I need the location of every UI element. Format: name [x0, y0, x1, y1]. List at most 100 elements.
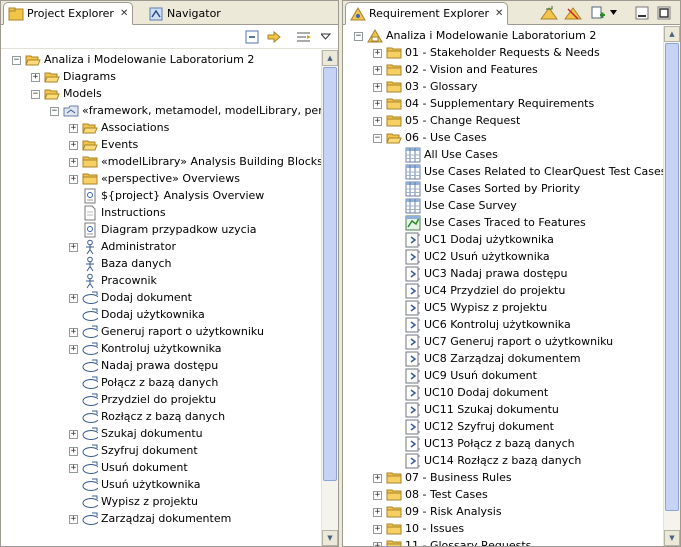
tab-requirement-explorer[interactable]: Requirement Explorer ✕	[345, 2, 509, 25]
expand-toggle-icon[interactable]: +	[69, 243, 78, 252]
expand-toggle-icon[interactable]: +	[69, 430, 78, 439]
tree-item-kontroluj-u-ytkownika[interactable]: + Kontroluj użytkownika	[1, 341, 321, 358]
scroll-thumb[interactable]	[323, 67, 337, 481]
tree-item-diagram-przypadkow-uzycia[interactable]: Diagram przypadkow uzycia	[1, 222, 321, 239]
tree-item-09-risk-analysis[interactable]: +09 - Risk Analysis	[343, 504, 663, 521]
tree-item-wypisz-z-projektu[interactable]: Wypisz z projektu	[1, 494, 321, 511]
minimize-icon[interactable]	[633, 5, 651, 21]
tree-item-05-change-request[interactable]: +05 - Change Request	[343, 113, 663, 130]
tree-item-modellibrary-analysis-building-blocks[interactable]: + «modelLibrary» Analysis Building Blocks	[1, 154, 321, 171]
expand-toggle-icon[interactable]: +	[31, 73, 40, 82]
expand-toggle-icon[interactable]: +	[373, 83, 382, 92]
tree-item-uc1-dodaj-u-ytkownika[interactable]: UC1 Dodaj użytkownika	[343, 232, 663, 249]
tree-item-administrator[interactable]: + Administrator	[1, 239, 321, 256]
tree-item-03-glossary[interactable]: +03 - Glossary	[343, 79, 663, 96]
tree-item-instructions[interactable]: Instructions	[1, 205, 321, 222]
tree-item-08-test-cases[interactable]: +08 - Test Cases	[343, 487, 663, 504]
tree-item-06-use-cases[interactable]: − 06 - Use Cases	[343, 130, 663, 147]
collapse-all-icon[interactable]	[243, 29, 261, 45]
expand-toggle-icon[interactable]: +	[373, 49, 382, 58]
tree-item-po-cz-z-baz-danych[interactable]: Połącz z bazą danych	[1, 375, 321, 392]
tree-item-uc6-kontroluj-u-ytkownika[interactable]: UC6 Kontroluj użytkownika	[343, 317, 663, 334]
close-icon[interactable]: ✕	[495, 8, 503, 19]
expand-toggle-icon[interactable]: +	[373, 491, 382, 500]
tab-project-explorer[interactable]: Project Explorer ✕	[3, 2, 134, 25]
maximize-icon[interactable]	[655, 5, 673, 21]
new-item-icon[interactable]	[589, 5, 607, 21]
close-icon[interactable]: ✕	[120, 8, 128, 19]
scroll-down-button[interactable]: ▼	[664, 530, 680, 546]
tree-item-01-stakeholder-requests-needs[interactable]: +01 - Stakeholder Requests & Needs	[343, 45, 663, 62]
expand-toggle-icon[interactable]: +	[373, 525, 382, 534]
expand-toggle-icon[interactable]: +	[373, 474, 382, 483]
tree-item-szukaj-dokumentu[interactable]: + Szukaj dokumentu	[1, 426, 321, 443]
tree-item-project-analysis-overview[interactable]: ${project} Analysis Overview	[1, 188, 321, 205]
tree-item-generuj-raport-o-u-ytkowniku[interactable]: + Generuj raport o użytkowniku	[1, 324, 321, 341]
tree-item-models[interactable]: − Models	[1, 86, 321, 103]
tree-item-use-cases-traced-to-features[interactable]: Use Cases Traced to Features	[343, 215, 663, 232]
tree-item-uc8-zarz-dzaj-dokumentem[interactable]: UC8 Zarządzaj dokumentem	[343, 351, 663, 368]
tree-item-uc7-generuj-raport-o-u-ytkowniku[interactable]: UC7 Generuj raport o użytkowniku	[343, 334, 663, 351]
tree-item-use-cases-related-to-clearquest-test-cas[interactable]: Use Cases Related to ClearQuest Test Cas…	[343, 164, 663, 181]
open-project-icon[interactable]	[540, 5, 558, 21]
filter-icon[interactable]	[295, 29, 313, 45]
expand-toggle-icon[interactable]: +	[69, 294, 78, 303]
tree-item-uc4-przydziel-do-projektu[interactable]: UC4 Przydziel do projektu	[343, 283, 663, 300]
tree-item-nadaj-prawa-dost-pu[interactable]: Nadaj prawa dostępu	[1, 358, 321, 375]
tree-item-11-glossary-requests[interactable]: +11 - Glossary Requests	[343, 538, 663, 546]
tree-item-diagrams[interactable]: + Diagrams	[1, 69, 321, 86]
tree-item-all-use-cases[interactable]: All Use Cases	[343, 147, 663, 164]
expand-toggle-icon[interactable]: +	[69, 124, 78, 133]
tree-item-dodaj-u-ytkownika[interactable]: Dodaj użytkownika	[1, 307, 321, 324]
expand-toggle-icon[interactable]: +	[373, 117, 382, 126]
collapse-toggle-icon[interactable]: −	[354, 32, 363, 41]
new-item-dropdown-icon[interactable]	[609, 5, 619, 21]
tree-item-szyfruj-dokument[interactable]: + Szyfruj dokument	[1, 443, 321, 460]
expand-toggle-icon[interactable]: +	[373, 542, 382, 546]
tree-item-use-cases-sorted-by-priority[interactable]: Use Cases Sorted by Priority	[343, 181, 663, 198]
expand-toggle-icon[interactable]: +	[373, 100, 382, 109]
tree-item-07-business-rules[interactable]: +07 - Business Rules	[343, 470, 663, 487]
expand-toggle-icon[interactable]: +	[69, 464, 78, 473]
tree-item-uc10-dodaj-dokument[interactable]: UC10 Dodaj dokument	[343, 385, 663, 402]
tree-item-events[interactable]: + Events	[1, 137, 321, 154]
tree-item-przydziel-do-projektu[interactable]: Przydziel do projektu	[1, 392, 321, 409]
expand-toggle-icon[interactable]: +	[69, 158, 78, 167]
expand-toggle-icon[interactable]: +	[373, 508, 382, 517]
expand-toggle-icon[interactable]: +	[69, 175, 78, 184]
collapse-toggle-icon[interactable]: −	[373, 134, 382, 143]
tree-item-uc14-roz-cz-z-baz-danych[interactable]: UC14 Rozłącz z bazą danych	[343, 453, 663, 470]
tree-item-uc12-szyfruj-dokument[interactable]: UC12 Szyfruj dokument	[343, 419, 663, 436]
expand-toggle-icon[interactable]: +	[69, 447, 78, 456]
tree-item-usu-dokument[interactable]: + Usuń dokument	[1, 460, 321, 477]
left-vertical-scrollbar[interactable]: ▲ ▼	[321, 50, 338, 546]
tree-item-04-supplementary-requirements[interactable]: +04 - Supplementary Requirements	[343, 96, 663, 113]
tree-item-uc5-wypisz-z-projektu[interactable]: UC5 Wypisz z projektu	[343, 300, 663, 317]
scroll-up-button[interactable]: ▲	[322, 50, 338, 66]
tree-item-usu-u-ytkownika[interactable]: Usuń użytkownika	[1, 477, 321, 494]
scroll-down-button[interactable]: ▼	[322, 530, 338, 546]
scroll-up-button[interactable]: ▲	[664, 26, 680, 42]
expand-toggle-icon[interactable]: +	[373, 66, 382, 75]
tree-item-uc13-po-cz-z-baz-danych[interactable]: UC13 Połącz z bazą danych	[343, 436, 663, 453]
expand-toggle-icon[interactable]: +	[69, 141, 78, 150]
tree-item-uc3-nadaj-prawa-dost-pu[interactable]: UC3 Nadaj prawa dostępu	[343, 266, 663, 283]
tree-item-analiza-i-modelowanie-laboratorium-2[interactable]: − Analiza i Modelowanie Laboratorium 2	[1, 52, 321, 69]
tree-item-uc11-szukaj-dokumentu[interactable]: UC11 Szukaj dokumentu	[343, 402, 663, 419]
tree-item-uc9-usu-dokument[interactable]: UC9 Usuń dokument	[343, 368, 663, 385]
tree-item-02-vision-and-features[interactable]: +02 - Vision and Features	[343, 62, 663, 79]
tree-item-use-case-survey[interactable]: Use Case Survey	[343, 198, 663, 215]
tree-item-zarz-dzaj-dokumentem[interactable]: + Zarządzaj dokumentem	[1, 511, 321, 528]
expand-toggle-icon[interactable]: +	[69, 345, 78, 354]
scroll-thumb[interactable]	[665, 43, 679, 511]
collapse-toggle-icon[interactable]: −	[50, 107, 59, 116]
tab-navigator[interactable]: Navigator	[144, 2, 225, 25]
tree-item-analiza-i-modelowanie-laboratorium-2[interactable]: − Analiza i Modelowanie Laboratorium 2	[343, 28, 663, 45]
tree-item-roz-cz-z-baz-danych[interactable]: Rozłącz z bazą danych	[1, 409, 321, 426]
tree-item-perspective-overviews[interactable]: + «perspective» Overviews	[1, 171, 321, 188]
tree-item-uc2-usu-u-ytkownika[interactable]: UC2 Usuń użytkownika	[343, 249, 663, 266]
collapse-toggle-icon[interactable]: −	[12, 56, 21, 65]
tree-item-10-issues[interactable]: +10 - Issues	[343, 521, 663, 538]
tree-item-framework-metamodel-modellibrary-perspec[interactable]: − «framework, metamodel, modelLibrary, pe…	[1, 103, 321, 120]
right-vertical-scrollbar[interactable]: ▲ ▼	[663, 26, 680, 546]
